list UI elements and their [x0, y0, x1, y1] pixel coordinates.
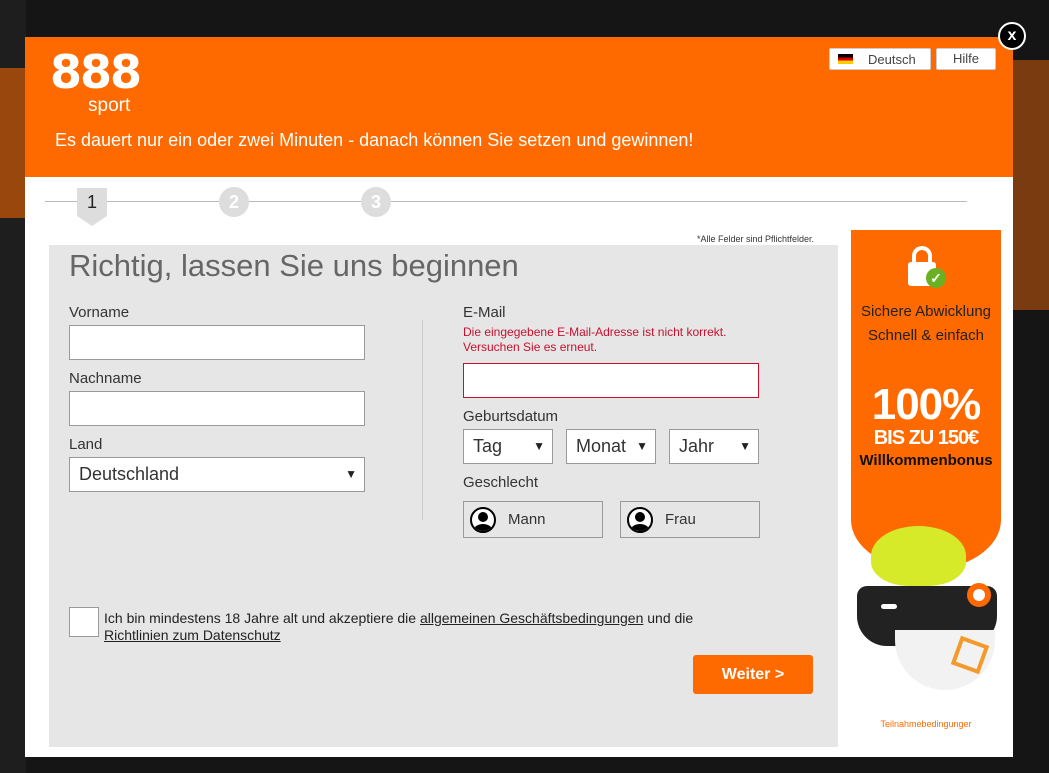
country-label: Land [69, 436, 103, 453]
ring-icon [967, 583, 991, 607]
step-1-indicator: 1 [77, 188, 107, 226]
birthdate-label: Geburtsdatum [463, 408, 559, 425]
column-divider [422, 320, 423, 520]
birth-year-value: Jahr [679, 436, 715, 456]
next-button[interactable]: Weiter > [693, 655, 813, 694]
chevron-down-icon: ▼ [345, 467, 357, 481]
birth-month-select[interactable]: Monat ▼ [566, 429, 656, 464]
close-button[interactable]: x [998, 22, 1026, 50]
promo-percent: 100% [871, 380, 982, 429]
email-error-message: Die eingegebene E-Mail-Adresse ist nicht… [463, 325, 727, 354]
check-icon: ✓ [926, 268, 946, 288]
background-right [1012, 60, 1049, 310]
last-name-input[interactable] [69, 391, 365, 426]
terms-mid: und die [643, 610, 694, 626]
first-name-label: Vorname [69, 304, 130, 321]
terms-prefix: Ich bin mindestens 18 Jahre alt und akze… [104, 610, 420, 626]
country-value: Deutschland [79, 464, 180, 484]
birth-day-value: Tag [473, 436, 503, 456]
lock-icon: ✓ [908, 246, 946, 288]
888sport-logo: 888 sport [50, 49, 142, 121]
birth-day-select[interactable]: Tag ▼ [463, 429, 553, 464]
modal-header: 888 sport Es dauert nur ein oder zwei Mi… [25, 37, 1013, 177]
step-2-indicator: 2 [219, 187, 249, 217]
german-flag-icon [838, 54, 853, 64]
soccer-ball-icon [895, 630, 995, 690]
promo-upto: BIS ZU 150€ [873, 427, 980, 449]
step-3-indicator: 3 [361, 187, 391, 217]
chevron-down-icon: ▼ [636, 439, 648, 453]
logo-word: sport [88, 95, 131, 116]
language-button[interactable]: Deutsch [829, 48, 931, 70]
background-banner [0, 68, 26, 218]
birth-year-select[interactable]: Jahr ▼ [669, 429, 759, 464]
progress-line [45, 201, 967, 202]
email-label: E-Mail [463, 304, 506, 321]
tennis-ball-icon [871, 526, 966, 586]
first-name-input[interactable] [69, 325, 365, 360]
terms-link[interactable]: allgemeinen Geschäftsbedingungen [420, 610, 643, 626]
gender-female-button[interactable]: Frau [620, 501, 760, 538]
promo-secure-line2: Schnell & einfach [868, 327, 984, 344]
last-name-label: Nachname [69, 370, 142, 387]
promo-banner[interactable]: ✓ Sichere Abwicklung Schnell & einfach 1… [851, 230, 1001, 740]
birth-month-value: Monat [576, 436, 627, 456]
gender-male-label: Mann [508, 511, 546, 528]
promo-bonus: Willkommenbonus [859, 452, 993, 469]
promo-secure-line1: Sichere Abwicklung [860, 303, 992, 320]
user-icon [627, 506, 653, 533]
registration-form: Richtig, lassen Sie uns beginnen Vorname… [49, 245, 838, 747]
email-input[interactable] [463, 363, 759, 398]
promo-terms-link[interactable]: Teilnahmebedingunger [851, 719, 1001, 729]
language-label: Deutsch [868, 51, 916, 67]
chevron-down-icon: ▼ [533, 439, 545, 453]
logo-number: 888 [50, 45, 142, 99]
user-icon [470, 506, 496, 533]
chevron-down-icon: ▼ [739, 439, 751, 453]
gender-female-label: Frau [665, 511, 696, 528]
terms-text: Ich bin mindestens 18 Jahre alt und akze… [104, 610, 804, 644]
header-tagline: Es dauert nur ein oder zwei Minuten - da… [55, 130, 694, 150]
gender-male-button[interactable]: Mann [463, 501, 603, 538]
terms-checkbox[interactable] [69, 607, 99, 637]
registration-modal: 888 sport Es dauert nur ein oder zwei Mi… [25, 37, 1013, 757]
required-fields-note: *Alle Felder sind Pflichtfelder. [697, 234, 815, 244]
gender-label: Geschlecht [463, 474, 539, 491]
help-button[interactable]: Hilfe [936, 48, 996, 70]
form-title: Richtig, lassen Sie uns beginnen [69, 248, 519, 283]
country-select[interactable]: Deutschland ▼ [69, 457, 365, 492]
privacy-link[interactable]: Richtlinien zum Datenschutz [104, 627, 281, 643]
promo-secure-text: Sichere Abwicklung Schnell & einfach [851, 300, 1001, 348]
